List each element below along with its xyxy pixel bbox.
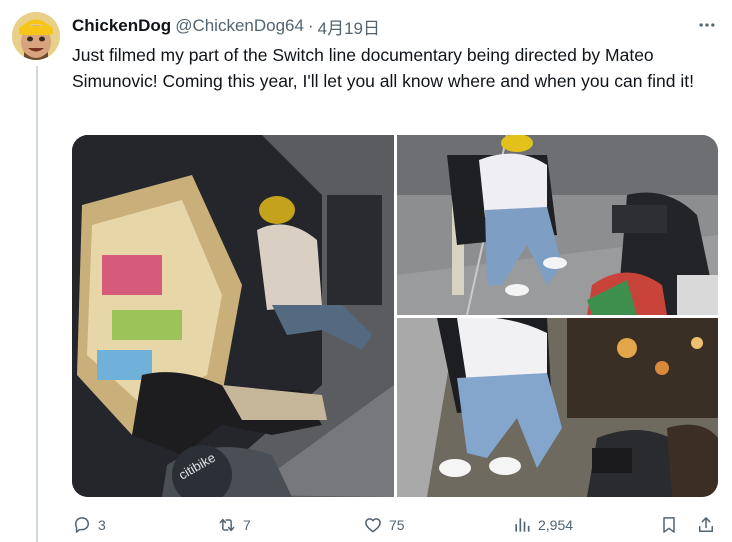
reply-bubble-icon	[75, 517, 89, 533]
repost-count: 7	[243, 517, 251, 533]
media-photo-1[interactable]: citibike	[72, 135, 394, 497]
bookmark-button[interactable]	[659, 512, 679, 538]
avatar-image	[12, 12, 60, 60]
header-separator: ·	[307, 16, 314, 35]
repost-arrows-icon	[219, 518, 235, 532]
photo-1-image: citibike	[72, 135, 394, 497]
views-button[interactable]: 2,954	[512, 512, 573, 538]
like-button[interactable]: 75	[363, 512, 405, 538]
reply-count: 3	[98, 517, 106, 533]
tweet-header: ChickenDog @ChickenDog64 · 4月19日	[72, 14, 718, 38]
like-count: 75	[389, 517, 405, 533]
bookmark-icon	[663, 517, 675, 533]
user-handle[interactable]: @ChickenDog64	[175, 16, 304, 36]
media-photo-3[interactable]	[397, 318, 718, 497]
thread-line	[36, 66, 38, 542]
tweet-text: Just filmed my part of the Switch line d…	[72, 45, 694, 91]
avatar[interactable]	[12, 12, 60, 60]
more-options-button[interactable]	[696, 14, 718, 36]
share-upload-icon	[699, 517, 713, 532]
photo-2-image	[397, 135, 718, 315]
share-button[interactable]	[696, 512, 716, 538]
media-photo-2[interactable]	[397, 135, 718, 315]
display-name[interactable]: ChickenDog	[72, 16, 171, 36]
bar-chart-icon	[515, 518, 530, 532]
heart-icon	[365, 518, 381, 533]
reply-button[interactable]: 3	[72, 512, 106, 538]
repost-button[interactable]: 7	[217, 512, 251, 538]
post-date[interactable]: 4月19日	[318, 14, 380, 39]
more-horizontal-icon	[699, 23, 715, 27]
media-grid: citibike	[72, 135, 718, 497]
view-count: 2,954	[538, 517, 574, 533]
action-bar: 3 7 75 2,954	[72, 512, 718, 538]
photo-3-image	[397, 318, 718, 497]
